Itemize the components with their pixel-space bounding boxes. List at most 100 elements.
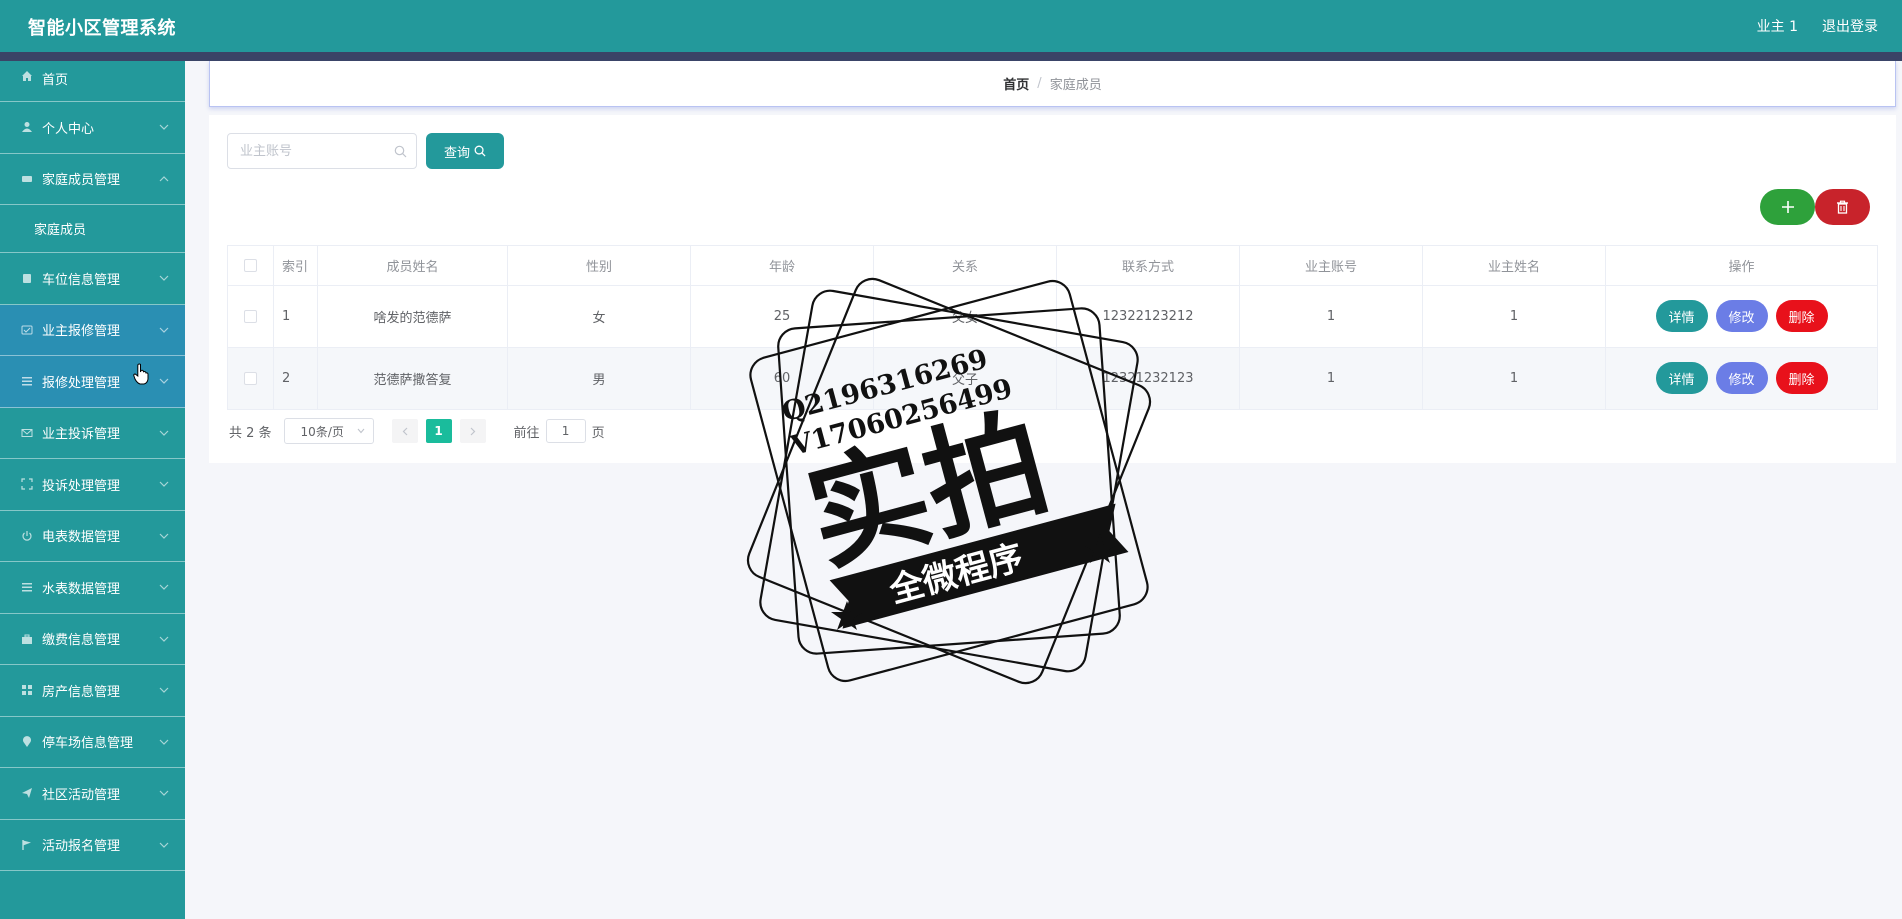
select-all-checkbox[interactable]	[244, 259, 257, 272]
delete-button[interactable]: 删除	[1775, 362, 1828, 395]
query-button[interactable]: 查询	[426, 133, 504, 169]
cell-owner-name: 1	[1423, 286, 1606, 347]
family-member-table: 索引 成员姓名 性别 年龄 关系 联系方式 业主账号 业主姓名 操作 1 啥发的…	[227, 245, 1878, 410]
app-title: 智能小区管理系统	[28, 18, 176, 39]
pagination: 共 2 条 10条/页 1 前往 1 页	[229, 418, 605, 444]
column-header: 关系	[874, 246, 1057, 285]
sidebar-item-community-activity[interactable]: 社区活动管理	[0, 768, 185, 820]
goto-page-input[interactable]: 1	[545, 419, 586, 443]
detail-button[interactable]: 详情	[1655, 362, 1708, 395]
grid-icon	[20, 683, 34, 697]
sidebar-item-label: 房产信息管理	[42, 684, 121, 700]
sidebar-item-home[interactable]: 首页	[0, 61, 185, 102]
sidebar-item-owner-repair[interactable]: 业主报修管理	[0, 304, 185, 356]
logout-link[interactable]: 退出登录	[1822, 16, 1878, 36]
sidebar-item-label: 缴费信息管理	[42, 633, 121, 649]
list-icon	[20, 580, 34, 594]
chevron-left-icon	[402, 427, 407, 435]
sidebar-item-parking-space[interactable]: 车位信息管理	[0, 253, 185, 305]
page-size-select[interactable]: 10条/页	[283, 418, 374, 444]
table-row: 2 范德萨撒答复 男 60 父子 12321232123 1 1 详情 修改 删…	[228, 347, 1877, 410]
prev-page-button[interactable]	[391, 419, 418, 443]
detail-button[interactable]: 详情	[1655, 300, 1708, 333]
sidebar-item-profile[interactable]: 个人中心	[0, 102, 185, 154]
sidebar: 首页 个人中心 家庭成员管理 家庭成员 车位信息管理 业主报修管理 报修处理管理…	[0, 61, 185, 919]
sidebar-subitem-family-members[interactable]: 家庭成员	[0, 205, 185, 253]
page-size-value: 10条/页	[300, 424, 344, 439]
cell-relation: 父子	[874, 347, 1057, 409]
search-box[interactable]	[227, 133, 417, 169]
row-select[interactable]	[228, 286, 274, 347]
cell-member-name: 啥发的范德萨	[318, 286, 508, 347]
watermark-banner-text: 全微程序	[885, 537, 1028, 611]
mail-icon	[20, 426, 34, 440]
cell-actions: 详情 修改 删除	[1606, 286, 1877, 347]
sidebar-item-label: 水表数据管理	[42, 581, 121, 597]
clipboard-icon	[20, 271, 34, 285]
column-header: 联系方式	[1057, 246, 1240, 285]
trash-icon	[1837, 200, 1848, 214]
chevron-down-icon	[159, 378, 169, 385]
sidebar-item-repair-handling[interactable]: 报修处理管理	[0, 356, 185, 408]
goto-prefix: 前往	[513, 425, 540, 441]
cell-owner-account: 1	[1240, 286, 1423, 347]
goto-suffix: 页	[591, 425, 605, 441]
chevron-down-icon	[159, 636, 169, 642]
delete-button[interactable]: 删除	[1775, 300, 1828, 333]
cell-gender: 男	[508, 347, 691, 409]
sidebar-item-water-data[interactable]: 水表数据管理	[0, 562, 185, 614]
breadcrumb: 首页 / 家庭成员	[209, 61, 1896, 107]
flag-icon	[20, 838, 34, 852]
power-icon	[20, 529, 34, 543]
table-header-row: 索引 成员姓名 性别 年龄 关系 联系方式 业主账号 业主姓名 操作	[228, 246, 1877, 286]
sidebar-item-payment-info[interactable]: 缴费信息管理	[0, 614, 185, 665]
sidebar-item-complaint-handling[interactable]: 投诉处理管理	[0, 459, 185, 511]
family-icon	[20, 172, 34, 186]
chevron-down-icon	[159, 842, 169, 848]
sidebar-item-label: 停车场信息管理	[42, 736, 134, 752]
batch-delete-button[interactable]	[1815, 189, 1870, 225]
cell-index: 1	[274, 286, 318, 347]
sidebar-item-property-info[interactable]: 房产信息管理	[0, 665, 185, 717]
page-number-current[interactable]: 1	[425, 419, 452, 443]
chevron-down-icon	[159, 124, 169, 131]
sidebar-item-parking-lot[interactable]: 停车场信息管理	[0, 717, 185, 768]
chevron-down-icon	[159, 687, 169, 694]
sidebar-item-label: 投诉处理管理	[42, 478, 121, 494]
sidebar-item-electricity-data[interactable]: 电表数据管理	[0, 511, 185, 562]
edit-button[interactable]: 修改	[1715, 300, 1768, 333]
next-page-button[interactable]	[459, 419, 486, 443]
chevron-down-icon	[159, 533, 169, 539]
query-button-label: 查询	[443, 145, 470, 161]
chevron-down-icon	[159, 790, 169, 797]
cell-actions: 详情 修改 删除	[1606, 348, 1877, 410]
add-button[interactable]	[1760, 189, 1815, 225]
column-header: 操作	[1728, 260, 1755, 275]
current-user[interactable]: 业主 1	[1757, 16, 1798, 36]
column-header: 性别	[508, 246, 691, 285]
row-checkbox[interactable]	[244, 371, 257, 385]
sidebar-item-label: 车位信息管理	[42, 272, 121, 288]
chevron-down-icon	[159, 481, 169, 488]
header-select-all[interactable]	[228, 246, 274, 285]
sidebar-item-label: 报修处理管理	[42, 375, 121, 391]
row-select[interactable]	[228, 347, 274, 409]
sidebar-item-activity-signup[interactable]: 活动报名管理	[0, 820, 185, 871]
owner-account-search-input[interactable]	[240, 134, 390, 168]
cell-age: 60	[691, 347, 874, 409]
sidebar-item-label: 业主投诉管理	[42, 427, 121, 443]
chevron-down-icon	[159, 327, 169, 333]
breadcrumb-home[interactable]: 首页	[1003, 74, 1029, 93]
star-icon	[831, 601, 863, 630]
cell-age: 25	[691, 286, 874, 347]
sidebar-item-family[interactable]: 家庭成员管理	[0, 154, 185, 205]
frame-icon	[20, 477, 34, 491]
edit-button[interactable]: 修改	[1715, 362, 1768, 395]
list-icon	[20, 374, 34, 388]
sidebar-item-owner-complaint[interactable]: 业主投诉管理	[0, 408, 185, 459]
row-checkbox[interactable]	[244, 309, 257, 323]
cell-phone: 12322123212	[1057, 286, 1240, 347]
breadcrumb-current: 家庭成员	[1049, 78, 1102, 93]
chevron-down-icon	[159, 739, 169, 745]
cell-phone: 12321232123	[1057, 347, 1240, 409]
